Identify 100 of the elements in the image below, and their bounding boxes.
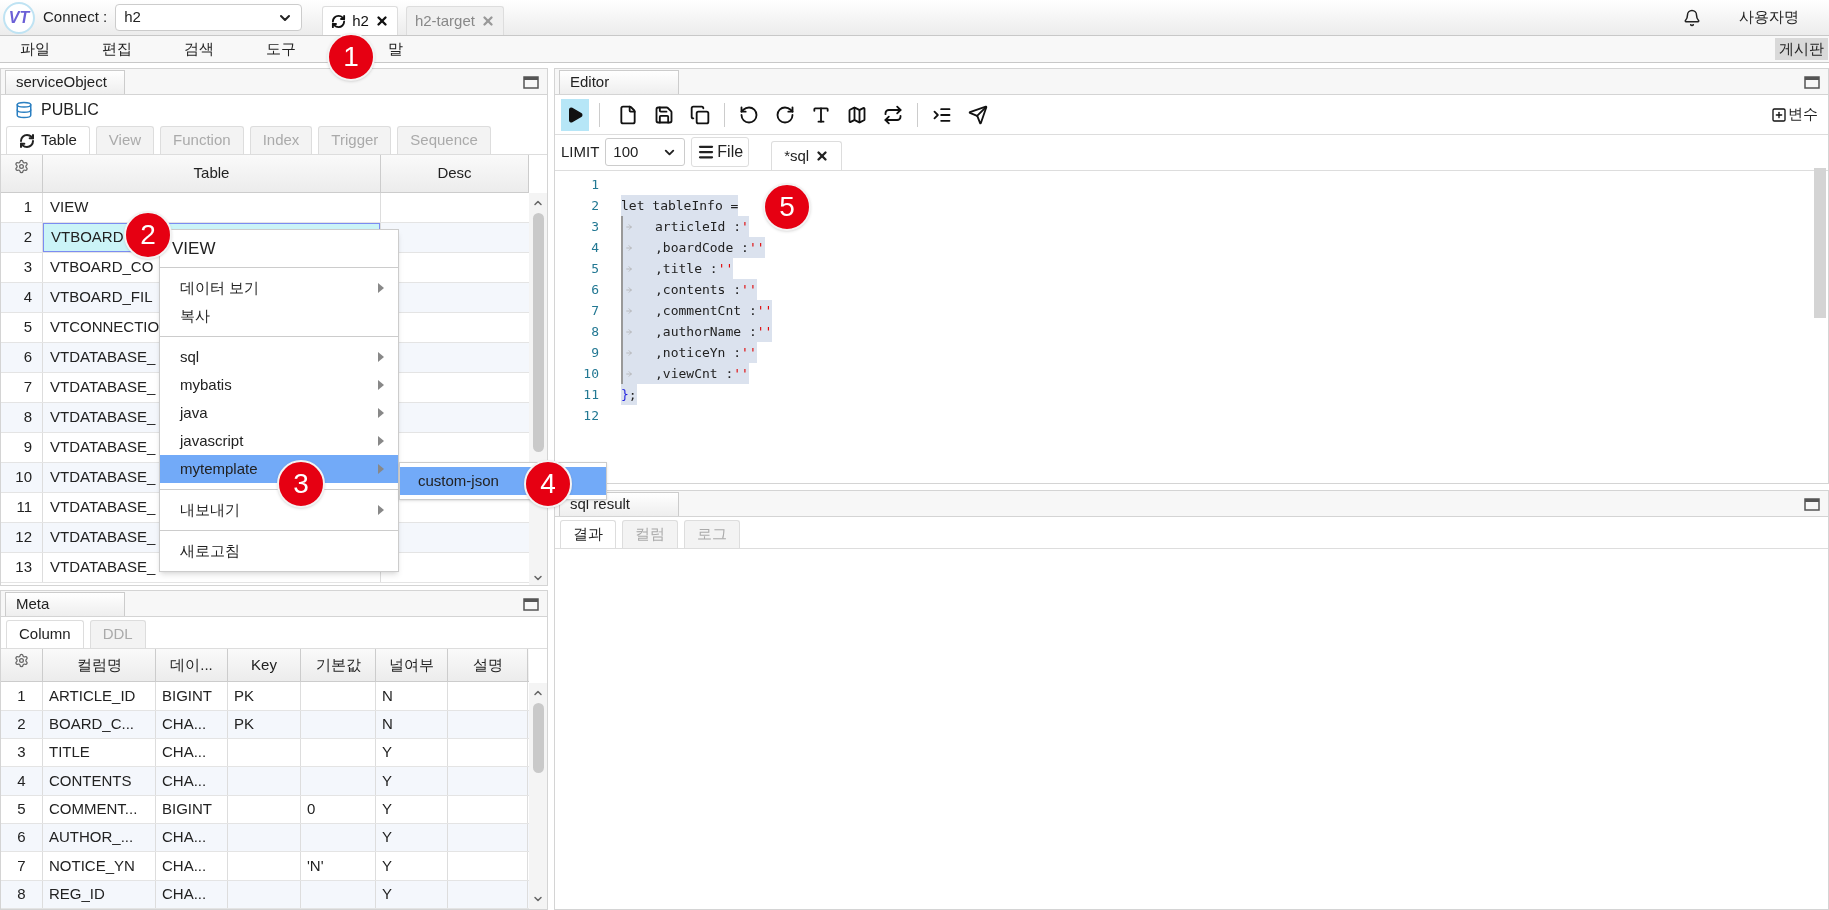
- table-cell-text: AUTHOR_...: [49, 827, 134, 848]
- maximize-icon[interactable]: [523, 76, 539, 89]
- column-header[interactable]: 데이...: [156, 649, 228, 682]
- settings-icon[interactable]: [14, 653, 29, 668]
- line-number: 8: [590, 322, 599, 341]
- column-header[interactable]: 설명: [448, 649, 528, 682]
- table-cell-text: PK: [234, 714, 254, 734]
- table-cell[interactable]: VTBOARD_FIL: [43, 283, 153, 312]
- table-cell[interactable]: VTDATABASE_: [43, 343, 156, 372]
- tab[interactable]: Table: [6, 126, 90, 154]
- table-cell-text: Y: [382, 827, 392, 848]
- panel-tab[interactable]: Editor: [559, 70, 679, 94]
- plus-square-icon: [1771, 106, 1787, 123]
- table-cell[interactable]: VTDATABASE_: [43, 403, 156, 432]
- column-header[interactable]: Table: [43, 155, 381, 192]
- database-icon: [15, 101, 33, 119]
- send-icon: [968, 104, 988, 125]
- menu-item[interactable]: 새로고침: [160, 537, 398, 565]
- maximize-icon[interactable]: [523, 598, 539, 611]
- row-number: 10: [1, 463, 43, 492]
- menu-item[interactable]: javascript: [160, 427, 398, 455]
- menu-item[interactable]: 도구: [266, 37, 296, 61]
- map-icon: [847, 104, 867, 125]
- menu-item[interactable]: 파일: [20, 37, 50, 61]
- table-cell-text: NOTICE_YN: [49, 855, 135, 876]
- menu-item[interactable]: 말: [388, 37, 403, 61]
- column-header[interactable]: 컬럼명: [43, 649, 156, 682]
- line-number: 5: [590, 259, 599, 278]
- scrollbar[interactable]: [529, 683, 547, 909]
- settings-icon[interactable]: [14, 159, 29, 174]
- table-cell-text: 0: [307, 799, 316, 820]
- row-number: 4: [1, 283, 43, 312]
- table-cell[interactable]: VTCONNECTIO: [43, 313, 160, 342]
- scrollbar[interactable]: [1814, 168, 1826, 318]
- menu-item[interactable]: java: [160, 399, 398, 427]
- file-tab[interactable]: *sql: [771, 141, 843, 170]
- row-number: 5: [1, 313, 43, 342]
- table-cell[interactable]: VTDATABASE_: [43, 463, 156, 492]
- table-cell[interactable]: VTDATABASE_: [43, 523, 156, 552]
- file-button[interactable]: File: [691, 137, 750, 167]
- table-cell[interactable]: VTDATABASE_: [43, 553, 156, 582]
- table-cell-text: BOARD_C...: [49, 714, 135, 734]
- caret-right-icon: [378, 283, 384, 293]
- menu-item[interactable]: 편집: [102, 37, 132, 61]
- line-number: 9: [590, 343, 599, 362]
- board-button[interactable]: 게시판: [1775, 38, 1828, 60]
- refresh-icon: [331, 13, 347, 29]
- table-cell-text: Y: [382, 884, 392, 905]
- table-cell[interactable]: VTDATABASE_: [43, 493, 156, 522]
- column-header[interactable]: 기본값: [301, 649, 376, 682]
- connection-tab[interactable]: h2: [322, 6, 398, 35]
- close-icon[interactable]: [815, 149, 830, 163]
- row-number: 1: [1, 193, 43, 222]
- connection-select[interactable]: h2: [115, 4, 303, 31]
- run-button[interactable]: [561, 98, 589, 131]
- logo: VT: [3, 1, 35, 34]
- column-header[interactable]: Key: [228, 649, 301, 682]
- table-cell-text: Y: [382, 799, 392, 820]
- table-cell-text: ARTICLE_ID: [49, 685, 136, 706]
- save-icon: [654, 104, 674, 125]
- table-cell-text: CHA...: [162, 742, 207, 763]
- row-number: 3: [1, 253, 43, 282]
- user-name[interactable]: 사용자명: [1739, 6, 1799, 29]
- column-header[interactable]: Desc: [381, 155, 529, 192]
- limit-select[interactable]: 100: [605, 138, 686, 166]
- scrollbar-thumb[interactable]: [532, 213, 544, 452]
- tab[interactable]: Column: [6, 620, 84, 648]
- tab[interactable]: 결과: [560, 520, 616, 548]
- table-cell[interactable]: VTDATABASE_: [43, 433, 156, 462]
- table-cell-text: BIGINT: [162, 799, 212, 820]
- panel-tab[interactable]: serviceObject: [5, 70, 125, 94]
- caret-right-icon: [378, 380, 384, 390]
- column-header[interactable]: 널여부: [376, 649, 448, 682]
- row-number: 6: [1, 343, 43, 372]
- row-number: 3: [17, 742, 26, 763]
- table-cell-text: TITLE: [49, 742, 90, 763]
- menu-item[interactable]: 복사: [160, 302, 398, 330]
- menu-item[interactable]: sql: [160, 343, 398, 371]
- row-number: 5: [17, 799, 26, 820]
- refresh-icon: [19, 132, 35, 149]
- row-number: 11: [1, 493, 43, 522]
- line-number: 12: [582, 406, 599, 425]
- bell-icon[interactable]: [1683, 8, 1701, 27]
- menu-item[interactable]: 검색: [184, 37, 214, 61]
- scrollbar-thumb[interactable]: [532, 703, 544, 773]
- menu-item[interactable]: 데이터 보기: [160, 274, 398, 302]
- table-cell[interactable]: VIEW: [43, 193, 89, 222]
- table-cell-text: CONTENTS: [49, 770, 132, 791]
- line-number: 7: [590, 301, 599, 320]
- table-cell[interactable]: VTDATABASE_: [43, 373, 156, 402]
- close-icon[interactable]: [374, 14, 389, 28]
- maximize-icon[interactable]: [1804, 76, 1820, 89]
- row-number: 8: [1, 403, 43, 432]
- menu-item[interactable]: mybatis: [160, 371, 398, 399]
- panel-tab[interactable]: Meta: [5, 592, 125, 616]
- menu-icon: [697, 143, 716, 161]
- line-number: 4: [590, 238, 599, 257]
- maximize-icon[interactable]: [1804, 498, 1820, 511]
- row-number: 8: [17, 884, 26, 905]
- line-number: 3: [590, 217, 599, 236]
